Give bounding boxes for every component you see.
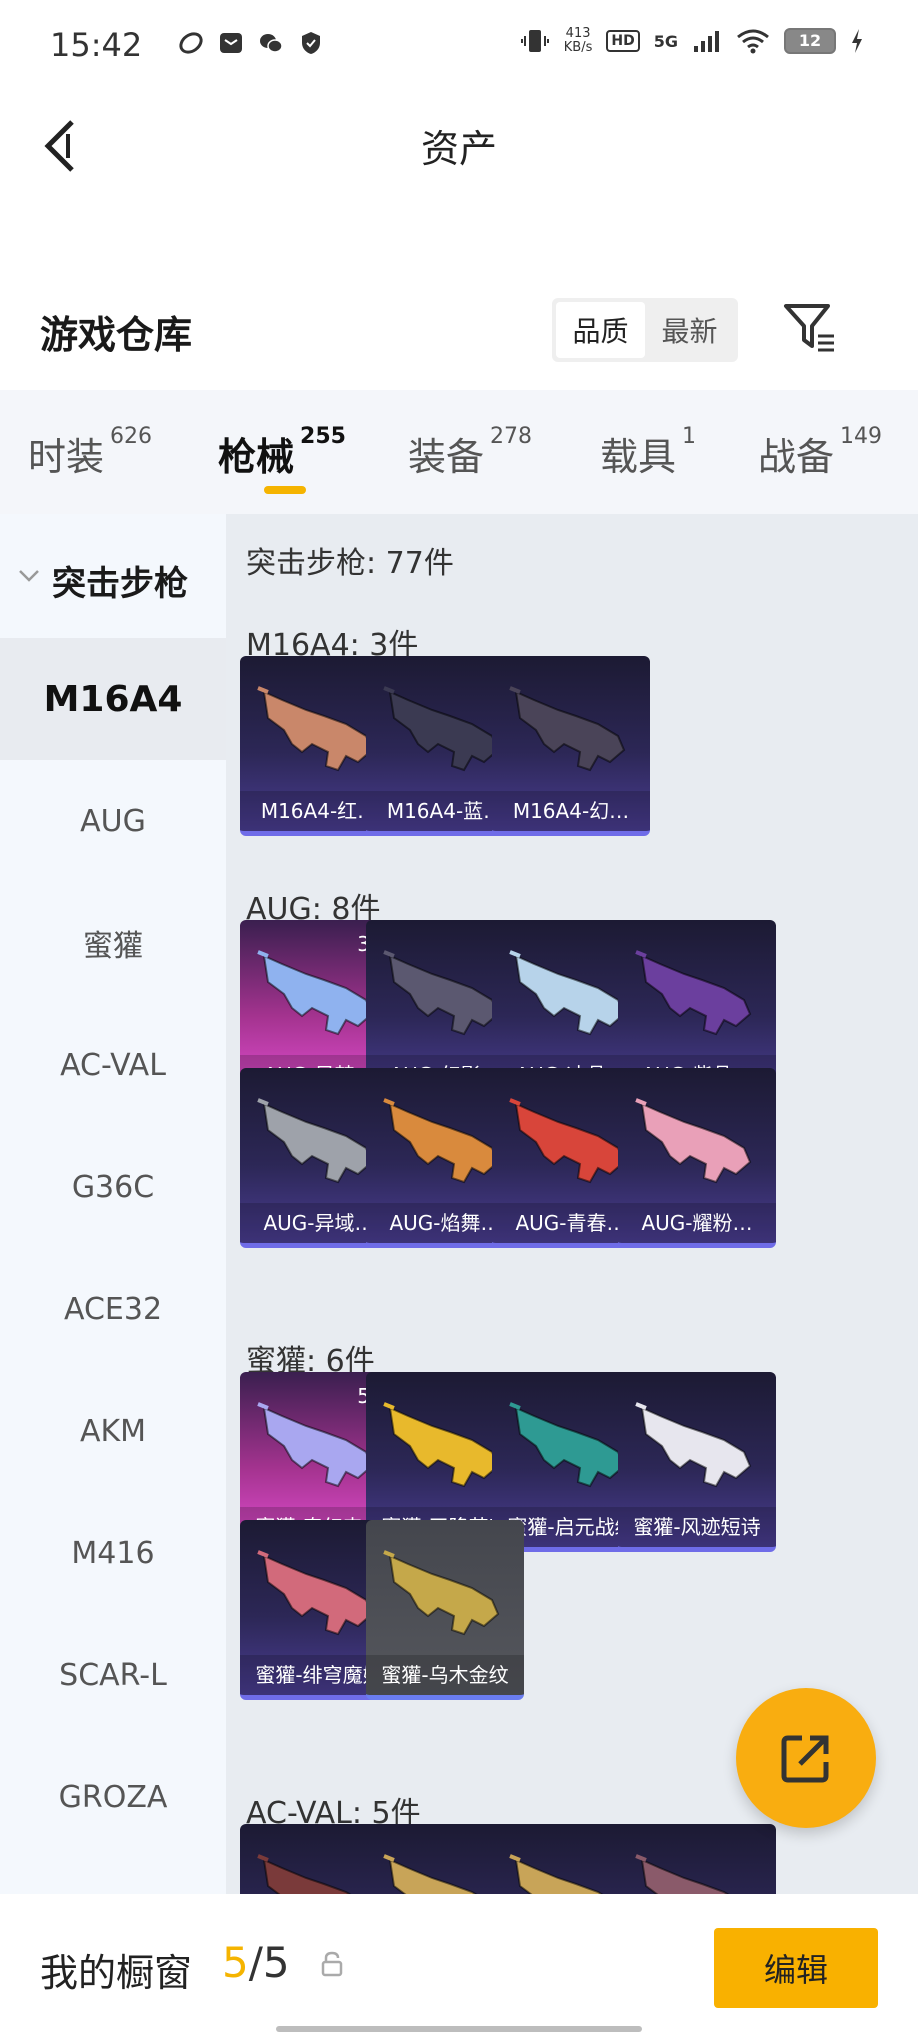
active-tab-indicator <box>264 486 306 494</box>
page-title: 资产 <box>420 127 497 171</box>
warehouse-header: 游戏仓库 品质 最新 <box>0 270 918 390</box>
sidebar-item-g36c[interactable]: G36C <box>0 1126 226 1248</box>
weapon-image <box>635 1098 752 1184</box>
weapon-sidebar: 突击步枪 M16A4 AUG 蜜獾 AC-VAL G36C ACE32 AKM … <box>0 514 226 1894</box>
weapon-image <box>635 1402 752 1488</box>
battery-level: 12 <box>784 28 836 54</box>
sort-toggle: 品质 最新 <box>552 298 738 362</box>
sidebar-item-aug[interactable]: AUG <box>0 760 226 882</box>
top-bar: 资产 <box>0 92 918 202</box>
signal-icon <box>694 31 719 52</box>
category-heading: 突击步枪: 77件 <box>246 546 454 581</box>
weapon-image <box>257 1098 374 1184</box>
showcase-label: 我的橱窗 <box>40 1951 193 1995</box>
sort-quality-button[interactable]: 品质 <box>556 302 645 358</box>
network-type: 5G <box>653 31 678 51</box>
net-speed: 413 KB/s <box>563 26 593 55</box>
weapon-image <box>509 1402 626 1488</box>
wechat-icon <box>260 34 283 53</box>
vibrate-icon <box>520 30 549 52</box>
system-icons: 413 KB/s HD 5G 12 <box>520 26 864 56</box>
weapon-card[interactable]: AUG-耀粉… <box>618 1068 776 1248</box>
weapon-image <box>383 1550 500 1636</box>
sidebar-item-m416[interactable]: M416 <box>0 1492 226 1614</box>
weapon-card-label: AUG-耀粉… <box>618 1203 776 1243</box>
sidebar-item-scar-l[interactable]: SCAR-L <box>0 1614 226 1736</box>
weapon-image <box>383 950 500 1036</box>
wifi-icon <box>737 29 769 54</box>
weapon-image <box>257 1550 374 1636</box>
weapon-image <box>635 950 752 1036</box>
sidebar-item-ac-val[interactable]: AC-VAL <box>0 1004 226 1126</box>
home-indicator <box>276 2026 642 2032</box>
status-bar: 15:42 413 KB/s HD 5G 12 <box>0 0 918 92</box>
tab-vehicles[interactable]: 载具 1 <box>600 424 696 481</box>
sidebar-category-assault-rifle[interactable]: 突击步枪 <box>0 514 226 638</box>
sidebar-item-groza[interactable]: GROZA <box>0 1736 226 1858</box>
share-button[interactable] <box>736 1688 876 1828</box>
showcase-count: 5/5 <box>222 1938 290 1987</box>
share-icon <box>781 1735 829 1783</box>
weapon-card[interactable]: 蜜獾-乌木金纹 <box>366 1520 524 1700</box>
lock-icon <box>321 1951 343 1977</box>
weapon-card-label: M16A4-幻… <box>492 791 650 831</box>
weapon-image <box>257 1854 352 1894</box>
sidebar-item-m16a4[interactable]: M16A4 <box>0 638 226 760</box>
sidebar-item-akm[interactable]: AKM <box>0 1370 226 1492</box>
weapon-card[interactable]: M16A4-幻… <box>492 656 650 836</box>
mail-icon <box>220 33 242 53</box>
weapon-image <box>509 1854 604 1894</box>
weapon-card-label: 蜜獾-风迹短诗 <box>618 1507 776 1547</box>
filter-icon[interactable] <box>782 300 838 356</box>
tab-fashion[interactable]: 时装 626 <box>28 424 152 481</box>
tab-equipment[interactable]: 装备 278 <box>408 424 532 481</box>
weapon-card[interactable]: 蜜獾-风迹短诗 <box>618 1372 776 1552</box>
weapon-image <box>257 686 374 772</box>
weapon-image <box>509 1098 626 1184</box>
sidebar-item-ace32[interactable]: ACE32 <box>0 1248 226 1370</box>
weapon-image <box>383 1098 500 1184</box>
showcase-bar: 我的橱窗 5/5 编辑 <box>0 1894 918 2040</box>
charging-icon <box>852 29 862 53</box>
status-time: 15:42 <box>50 26 143 64</box>
notification-icons <box>178 30 324 56</box>
weapon-card[interactable] <box>618 1824 776 1894</box>
shield-icon <box>302 32 320 54</box>
section-title: 游戏仓库 <box>40 313 193 357</box>
weapon-image <box>635 1854 730 1894</box>
sort-latest-button[interactable]: 最新 <box>645 302 734 358</box>
weapon-grid: 突击步枪: 77件 M16A4: 3件 AUG: 8件 蜜獾: 6件 AC-VA… <box>226 514 918 1894</box>
weapon-image <box>509 686 626 772</box>
edit-button[interactable]: 编辑 <box>714 1928 878 2008</box>
tab-guns[interactable]: 枪械 255 <box>218 424 346 481</box>
weapon-card-label: 蜜獾-乌木金纹 <box>366 1655 524 1695</box>
sidebar-category-label: 突击步枪 <box>52 564 188 604</box>
hd-badge: HD <box>606 30 640 52</box>
weapon-image <box>383 1402 500 1488</box>
category-tabs: 时装 626 枪械 255 装备 278 载具 1 战备 149 <box>0 390 918 514</box>
chevron-down-icon <box>19 570 39 582</box>
weapon-image <box>509 950 626 1036</box>
weapon-image <box>383 686 500 772</box>
sidebar-item-honey-badger[interactable]: 蜜獾 <box>0 882 226 1004</box>
weapon-image <box>383 1854 478 1894</box>
app-icon <box>179 32 203 54</box>
tab-supplies[interactable]: 战备 149 <box>758 424 882 481</box>
